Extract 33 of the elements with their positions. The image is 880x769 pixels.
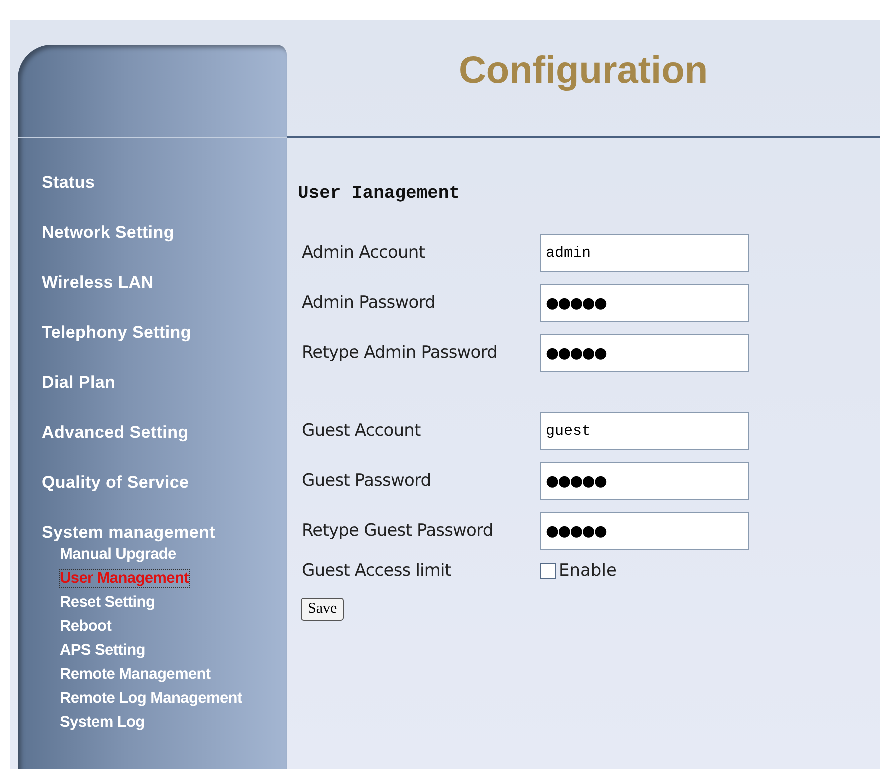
- input-field[interactable]: admin: [540, 234, 749, 272]
- field-label: Guest Access limit: [301, 561, 452, 581]
- password-field[interactable]: ●●●●●: [540, 284, 749, 322]
- save-button[interactable]: Save: [301, 598, 344, 621]
- sidebar-item[interactable]: Advanced Setting: [42, 423, 189, 442]
- field-label: Retype Admin Password: [301, 343, 498, 363]
- sidebar-subitem[interactable]: Remote Log Management: [60, 690, 242, 707]
- sidebar-subitem[interactable]: Remote Management: [60, 666, 211, 683]
- field-label: Admin Password: [301, 293, 436, 313]
- page-title: Configuration: [458, 50, 708, 93]
- sidebar-subitem[interactable]: Reboot: [60, 618, 112, 635]
- input-field[interactable]: guest: [540, 412, 749, 450]
- password-field[interactable]: ●●●●●: [540, 334, 749, 372]
- password-field[interactable]: ●●●●●: [540, 462, 749, 500]
- sidebar-item[interactable]: System management: [42, 523, 216, 542]
- sidebar-item[interactable]: Wireless LAN: [42, 273, 154, 292]
- password-field[interactable]: ●●●●●: [540, 512, 749, 550]
- sidebar-subitem[interactable]: Reset Setting: [60, 594, 156, 611]
- sidebar-subitem[interactable]: Manual Upgrade: [60, 546, 176, 563]
- sidebar-item[interactable]: Status: [42, 173, 96, 192]
- sidebar-item[interactable]: Quality of Service: [42, 473, 190, 492]
- sidebar-item[interactable]: Telephony Setting: [42, 323, 192, 342]
- field-label: Guest Account: [301, 421, 422, 441]
- sidebar-subitem[interactable]: APS Setting: [60, 642, 146, 659]
- field-label: Admin Account: [301, 243, 426, 263]
- checkbox[interactable]: [540, 563, 556, 579]
- field-label: Guest Password: [301, 471, 432, 491]
- sidebar-item[interactable]: Network Setting: [42, 223, 174, 242]
- sidebar-subitem[interactable]: System Log: [60, 714, 145, 731]
- sidebar-item[interactable]: Dial Plan: [42, 373, 116, 392]
- section-heading: User Ianagement: [298, 184, 462, 204]
- checkbox-label: Enable: [559, 561, 617, 581]
- field-label: Retype Guest Password: [301, 521, 494, 541]
